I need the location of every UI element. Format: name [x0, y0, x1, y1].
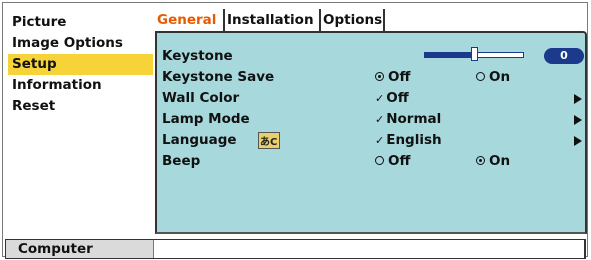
- settings-panel: Keystone 0 Keystone Save Off On Wall Col…: [155, 31, 587, 234]
- sidebar: Picture Image Options Setup Information …: [8, 12, 153, 117]
- language-label: Language: [162, 132, 237, 148]
- language-row[interactable]: Language あ C ✓ English: [162, 131, 582, 150]
- beep-on-option[interactable]: On: [476, 152, 510, 171]
- keystone-save-off-option[interactable]: Off: [375, 68, 410, 87]
- radio-unselected-icon: [375, 156, 384, 165]
- tab-general[interactable]: General: [155, 9, 225, 31]
- language-globe-icon: あ C: [258, 132, 280, 149]
- lamp-mode-row[interactable]: Lamp Mode ✓ Normal: [162, 110, 582, 129]
- arrow-right-icon[interactable]: [574, 115, 582, 125]
- input-source-label: Computer: [6, 240, 154, 258]
- keystone-save-on-label: On: [489, 69, 511, 85]
- tab-options[interactable]: Options: [321, 9, 385, 31]
- wall-color-value: Off: [386, 90, 409, 106]
- language-value-wrap: ✓ English: [375, 131, 442, 150]
- keystone-slider-fill: [425, 53, 471, 57]
- sidebar-item-setup[interactable]: Setup: [8, 54, 153, 75]
- keystone-row: Keystone 0: [162, 47, 584, 66]
- beep-on-label: On: [489, 153, 511, 169]
- check-icon: ✓: [375, 113, 385, 126]
- keystone-slider[interactable]: [424, 47, 524, 61]
- sidebar-item-image-options[interactable]: Image Options: [8, 33, 153, 54]
- arrow-right-icon[interactable]: [574, 94, 582, 104]
- radio-selected-icon: [375, 72, 384, 81]
- wall-color-value-wrap: ✓ Off: [375, 89, 409, 108]
- svg-text:あ: あ: [260, 135, 270, 148]
- lamp-mode-label: Lamp Mode: [162, 111, 250, 127]
- check-icon: ✓: [375, 92, 385, 105]
- sidebar-item-reset[interactable]: Reset: [8, 96, 153, 117]
- radio-unselected-icon: [476, 72, 485, 81]
- beep-row: Beep Off On: [162, 152, 582, 171]
- keystone-slider-thumb[interactable]: [471, 47, 478, 61]
- lamp-mode-value-wrap: ✓ Normal: [375, 110, 441, 129]
- keystone-save-off-label: Off: [388, 69, 411, 85]
- radio-selected-icon: [476, 156, 485, 165]
- tab-installation[interactable]: Installation: [225, 9, 321, 31]
- svg-text:C: C: [270, 137, 277, 148]
- keystone-save-row: Keystone Save Off On: [162, 68, 582, 87]
- sidebar-item-picture[interactable]: Picture: [8, 12, 153, 33]
- language-value: English: [386, 132, 442, 148]
- keystone-save-on-option[interactable]: On: [476, 68, 510, 87]
- wall-color-label: Wall Color: [162, 90, 240, 106]
- beep-label: Beep: [162, 153, 201, 169]
- wall-color-row[interactable]: Wall Color ✓ Off: [162, 89, 582, 108]
- beep-off-label: Off: [388, 153, 411, 169]
- check-icon: ✓: [375, 134, 385, 147]
- keystone-value-badge: 0: [544, 48, 584, 64]
- status-bar: Computer: [5, 239, 586, 259]
- beep-off-option[interactable]: Off: [375, 152, 410, 171]
- osd-menu: Picture Image Options Setup Information …: [2, 2, 588, 259]
- keystone-label: Keystone: [162, 48, 233, 64]
- keystone-save-label: Keystone Save: [162, 69, 275, 85]
- sidebar-item-information[interactable]: Information: [8, 75, 153, 96]
- lamp-mode-value: Normal: [386, 111, 442, 127]
- arrow-right-icon[interactable]: [574, 136, 582, 146]
